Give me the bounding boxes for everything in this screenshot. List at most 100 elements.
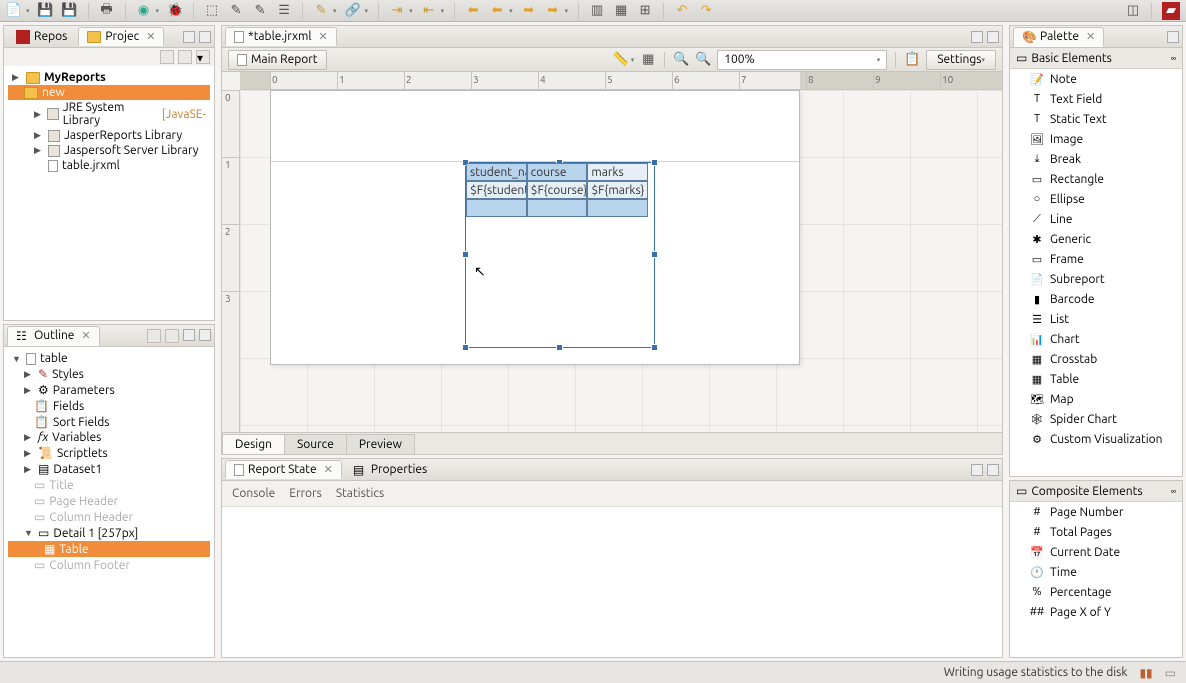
close-icon[interactable]: ✕ xyxy=(81,329,90,342)
t1-icon[interactable]: ⇥ xyxy=(389,3,405,19)
palette-item-percentage[interactable]: %Percentage xyxy=(1010,582,1182,602)
palette-item-crosstab[interactable]: ▦Crosstab xyxy=(1010,349,1182,369)
repos-tab[interactable]: Repos xyxy=(7,27,76,47)
link-icon[interactable]: 🔗 xyxy=(345,3,361,19)
errors-tab[interactable]: Errors xyxy=(289,487,322,500)
new-folder[interactable]: new xyxy=(8,85,210,100)
project-tab[interactable]: Projec✕ xyxy=(78,27,164,46)
palette-item-page-number[interactable]: #Page Number xyxy=(1010,502,1182,522)
outline-title[interactable]: ▭Title xyxy=(8,477,210,493)
palette-item-current-date[interactable]: 📅Current Date xyxy=(1010,542,1182,562)
layout3-icon[interactable]: ⊞ xyxy=(637,3,653,19)
design-tab[interactable]: Design xyxy=(222,434,285,454)
composite-elements-section[interactable]: ▭Composite Elements∞ xyxy=(1010,481,1182,502)
outline-vars[interactable]: ▶fxVariables xyxy=(8,430,210,445)
palette-item-line[interactable]: ⟋Line xyxy=(1010,209,1182,229)
persp-icon[interactable]: ◫ xyxy=(1125,3,1141,19)
palette-item-text-field[interactable]: TText Field xyxy=(1010,89,1182,109)
list-icon[interactable]: ☰ xyxy=(276,3,292,19)
file-table[interactable]: table.jrxml xyxy=(8,158,210,173)
maximize-icon[interactable] xyxy=(987,464,999,476)
palette-item-time[interactable]: 🕐Time xyxy=(1010,562,1182,582)
palette-item-table[interactable]: ▦Table xyxy=(1010,369,1182,389)
minimize-icon[interactable] xyxy=(183,329,195,341)
lib-jre[interactable]: ▶JRE System Library [JavaSE- xyxy=(8,100,210,128)
palette-item-ellipse[interactable]: ○Ellipse xyxy=(1010,189,1182,209)
outline-colheader[interactable]: ▭Column Header xyxy=(8,509,210,525)
app-icon[interactable]: ▰ xyxy=(1162,2,1180,20)
link-button[interactable] xyxy=(178,50,192,64)
basic-elements-section[interactable]: ▭Basic Elements∞ xyxy=(1010,48,1182,69)
new-icon[interactable]: 📄 xyxy=(6,3,22,19)
maximize-icon[interactable] xyxy=(199,31,211,43)
preview-tab[interactable]: Preview xyxy=(346,434,415,454)
grid-icon[interactable]: ▦ xyxy=(640,52,656,68)
outline-detail[interactable]: ▼▭Detail 1 [257px] xyxy=(8,525,210,541)
print-icon[interactable]: 🖶 xyxy=(99,3,115,19)
minimize-icon[interactable] xyxy=(1167,31,1179,43)
palette-item-chart[interactable]: 📊Chart xyxy=(1010,329,1182,349)
outline-root[interactable]: ▼table xyxy=(8,351,210,366)
outline-btn2[interactable] xyxy=(165,329,179,343)
rotl-icon[interactable]: ↶ xyxy=(674,3,690,19)
layout2-icon[interactable]: ▦ xyxy=(613,3,629,19)
palette-item-map[interactable]: 🗺Map xyxy=(1010,389,1182,409)
settings-button[interactable]: Settings▾ xyxy=(926,50,996,70)
palette-item-custom-visualization[interactable]: ⚙Custom Visualization xyxy=(1010,429,1182,449)
outline-tab[interactable]: ☷Outline✕ xyxy=(7,326,100,346)
zoomin-icon[interactable]: 🔍 xyxy=(673,52,689,68)
fwd2-icon[interactable]: ➡ xyxy=(545,3,561,19)
palette-item-note[interactable]: 📝Note xyxy=(1010,69,1182,89)
collapse-button[interactable] xyxy=(160,50,174,64)
settings-icon[interactable]: 📋 xyxy=(904,52,920,68)
statistics-tab[interactable]: Statistics xyxy=(336,487,384,500)
close-icon[interactable]: ✕ xyxy=(146,30,155,43)
outline-colfooter[interactable]: ▭Column Footer xyxy=(8,557,210,573)
t2-icon[interactable]: ⇤ xyxy=(421,3,437,19)
rotr-icon[interactable]: ↷ xyxy=(698,3,714,19)
lib-server[interactable]: ▶Jaspersoft Server Library xyxy=(8,143,210,158)
properties-tab[interactable]: ▤Properties xyxy=(344,460,436,480)
ruler-icon[interactable]: 📏 xyxy=(613,52,629,68)
palette-item-page-x-of-y[interactable]: ##Page X of Y xyxy=(1010,602,1182,622)
editor-file-tab[interactable]: *table.jrxml✕ xyxy=(225,27,337,46)
design-canvas[interactable]: student_name course marks $F{student_na … xyxy=(240,90,1002,432)
layout1-icon[interactable]: ▥ xyxy=(589,3,605,19)
outline-pgheader[interactable]: ▭Page Header xyxy=(8,493,210,509)
outline-sortfields[interactable]: 📋Sort Fields xyxy=(8,414,210,430)
build-icon[interactable]: ◉ xyxy=(136,3,152,19)
minimize-icon[interactable] xyxy=(183,31,195,43)
minimize-icon[interactable] xyxy=(971,31,983,43)
outline-params[interactable]: ▶⚙Parameters xyxy=(8,382,210,398)
minimize-icon[interactable] xyxy=(971,464,983,476)
outline-btn1[interactable] xyxy=(147,329,161,343)
close-icon[interactable]: ✕ xyxy=(1086,30,1095,43)
wand-icon[interactable]: ✎ xyxy=(313,3,329,19)
myreports-folder[interactable]: ▶MyReports xyxy=(8,70,210,85)
save-icon[interactable]: 💾 xyxy=(38,3,54,19)
report-state-tab[interactable]: Report State✕ xyxy=(225,460,342,479)
palette-item-spider-chart[interactable]: 🕸Spider Chart xyxy=(1010,409,1182,429)
outline-fields[interactable]: 📋Fields xyxy=(8,398,210,414)
maximize-icon[interactable] xyxy=(199,329,211,341)
close-icon[interactable]: ✕ xyxy=(324,463,333,476)
zoomout-icon[interactable]: 🔍 xyxy=(695,52,711,68)
save-all-icon[interactable]: 💾 xyxy=(62,3,78,19)
lib-jasper[interactable]: ▶JasperReports Library xyxy=(8,128,210,143)
main-report-button[interactable]: Main Report xyxy=(228,50,327,70)
close-icon[interactable]: ✕ xyxy=(319,30,328,43)
outline-table[interactable]: ▦Table xyxy=(8,541,210,557)
back-icon[interactable]: ⬅ xyxy=(465,3,481,19)
menu-button[interactable]: ▾ xyxy=(196,50,210,64)
palette-item-rectangle[interactable]: ▭Rectangle xyxy=(1010,169,1182,189)
palette-item-frame[interactable]: ▭Frame xyxy=(1010,249,1182,269)
table-element[interactable]: student_name course marks $F{student_na … xyxy=(465,162,655,348)
outline-dataset[interactable]: ▶▤Dataset1 xyxy=(8,461,210,477)
bug-icon[interactable]: 🐞 xyxy=(167,3,183,19)
palette-item-break[interactable]: ⤓Break xyxy=(1010,149,1182,169)
source-tab[interactable]: Source xyxy=(284,434,347,454)
back2-icon[interactable]: ⬅ xyxy=(489,3,505,19)
palette-item-image[interactable]: 🖼Image xyxy=(1010,129,1182,149)
outline-styles[interactable]: ▶✎Styles xyxy=(8,366,210,382)
palette-item-list[interactable]: ☰List xyxy=(1010,309,1182,329)
